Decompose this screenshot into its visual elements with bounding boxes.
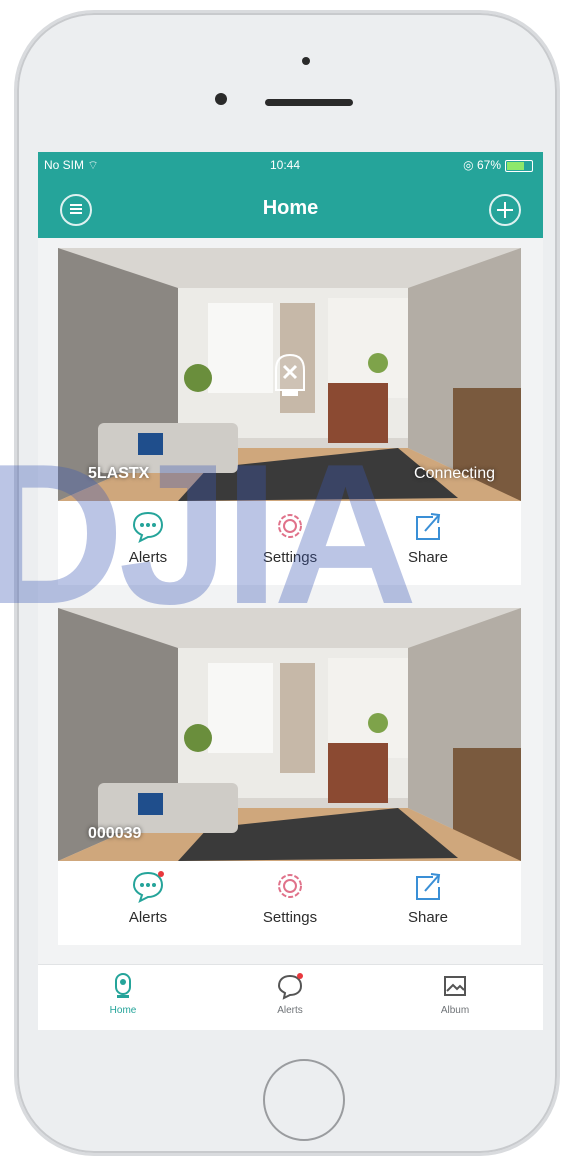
share-button[interactable]: Share — [368, 509, 488, 566]
share-icon — [411, 509, 445, 543]
settings-label: Settings — [262, 909, 318, 926]
carrier-label: No SIM ⌔ — [44, 158, 99, 172]
location-icon: ◎ — [463, 158, 474, 172]
camera-actions: Alerts Settings Share — [58, 501, 521, 585]
camera-card: 5LASTX Connecting Alerts Settings Share — [58, 248, 521, 585]
share-label: Share — [407, 549, 449, 566]
gear-icon — [273, 869, 307, 903]
connection-status: Connecting — [414, 465, 495, 482]
album-icon — [440, 971, 470, 1001]
camera-card: 000039 Alerts Settings Share — [58, 608, 521, 945]
share-icon — [411, 869, 445, 903]
tab-home[interactable]: Home — [63, 971, 183, 1016]
settings-button[interactable]: Settings — [230, 509, 350, 566]
camera-name: 5LASTX — [88, 465, 150, 482]
camera-preview[interactable]: 5LASTX Connecting — [58, 248, 521, 501]
bottom-tab-bar: Home Alerts Album — [38, 964, 543, 1030]
status-bar: No SIM ⌔ 10:44 ◎ 67% — [38, 156, 543, 174]
tab-album[interactable]: Album — [395, 971, 515, 1016]
proximity-sensor — [302, 57, 310, 65]
tab-home-label: Home — [109, 1005, 137, 1016]
front-camera — [215, 93, 227, 105]
navigation-bar: Home — [38, 180, 543, 238]
camera-preview[interactable]: 000039 — [58, 608, 521, 861]
settings-label: Settings — [262, 549, 318, 566]
camera-offline-icon — [275, 353, 305, 396]
alerts-label: Alerts — [128, 549, 168, 566]
tab-album-label: Album — [440, 1005, 470, 1016]
room-image — [58, 608, 521, 861]
alerts-button[interactable]: Alerts — [88, 509, 208, 566]
add-camera-button[interactable] — [489, 194, 521, 226]
clock: 10:44 — [270, 158, 301, 172]
share-button[interactable]: Share — [368, 869, 488, 926]
battery-status: ◎ 67% — [463, 158, 533, 172]
page-title: Home — [262, 197, 319, 219]
alerts-chat-icon — [131, 869, 165, 903]
camera-actions: Alerts Settings Share — [58, 861, 521, 945]
tab-alerts[interactable]: Alerts — [230, 971, 350, 1016]
earpiece-speaker — [265, 99, 353, 106]
alerts-button[interactable]: Alerts — [88, 869, 208, 926]
app-screen: No SIM ⌔ 10:44 ◎ 67% Home 5LASTX Connect… — [38, 152, 543, 1030]
share-label: Share — [407, 909, 449, 926]
camera-icon — [108, 971, 138, 1001]
app-header: No SIM ⌔ 10:44 ◎ 67% Home — [38, 152, 543, 238]
home-button[interactable] — [263, 1059, 345, 1141]
camera-name: 000039 — [88, 825, 142, 842]
gear-icon — [273, 509, 307, 543]
tab-alerts-label: Alerts — [277, 1005, 303, 1016]
alerts-chat-icon — [131, 509, 165, 543]
alerts-chat-icon — [275, 971, 305, 1001]
settings-button[interactable]: Settings — [230, 869, 350, 926]
alerts-label: Alerts — [128, 909, 168, 926]
wifi-icon: ⌔ — [87, 158, 99, 172]
battery-icon — [505, 159, 533, 172]
